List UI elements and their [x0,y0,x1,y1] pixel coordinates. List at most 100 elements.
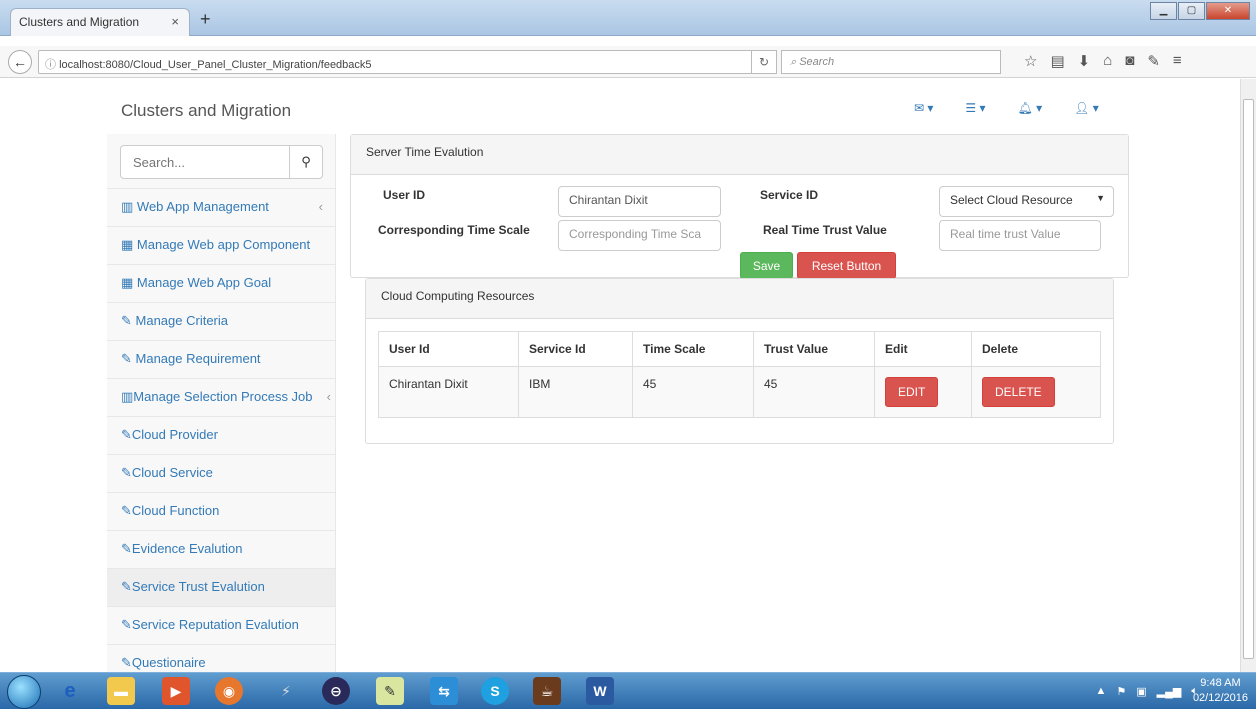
sidebar-item-manage-web-app-component[interactable]: ▦ Manage Web app Component [107,227,335,265]
address-bar[interactable]: ⓘ localhost:8080/Cloud_User_Panel_Cluste… [38,50,770,74]
cell-trust-value: 45 [753,366,875,418]
skype-icon[interactable]: S [481,677,509,705]
firefox-icon[interactable]: ◉ [215,677,243,705]
tab-title: Clusters and Migration [19,15,140,29]
edit-icon: ✎ [121,503,132,518]
envelope-icon[interactable]: ✉ ▾ [914,101,933,115]
sidebar-item-web-app-management[interactable]: ▥ Web App Management ‹ [107,189,335,227]
internet-explorer-icon[interactable]: e [56,677,84,705]
sidebar-item-cloud-service[interactable]: ✎Cloud Service [107,455,335,493]
menu-icon[interactable]: ≡ [1173,52,1182,70]
cell-delete: DELETE [971,366,1101,418]
teamviewer-icon[interactable]: ⇆ [430,677,458,705]
system-clock[interactable]: 9:48 AM 02/12/2016 [1193,676,1248,706]
column-header: User Id [378,331,519,367]
cell-service-id: IBM [518,366,633,418]
sidebar-item-manage-requirement[interactable]: ✎ Manage Requirement [107,341,335,379]
reading-list-icon[interactable]: ▤ [1050,52,1064,70]
info-icon: ⓘ [45,59,60,71]
page-brand[interactable]: Clusters and Migration [121,101,291,121]
resources-table: User Id Service Id Time Scale Trust Valu… [378,331,1101,418]
service-id-selected: Select Cloud Resource [950,193,1073,207]
time-scale-label: Corresponding Time Scale [378,223,530,237]
service-id-select[interactable]: Select Cloud Resource ▼ [939,186,1114,217]
sidebar-item-service-reputation-evalution[interactable]: ✎Service Reputation Evalution [107,607,335,645]
sidebar-search: ⚲ [107,134,335,189]
home-icon[interactable]: ⌂ [1103,52,1112,70]
window-controls: ▁ ▢ ✕ [1149,2,1250,20]
user-id-field[interactable]: Chirantan Dixit [558,186,721,217]
browser-search-input[interactable]: ⌕ Search [781,50,1001,74]
trust-value-input[interactable]: Real time trust Value [939,220,1101,251]
sidebar-item-manage-selection-process-job[interactable]: ▥Manage Selection Process Job ‹ [107,379,335,417]
sidebar-item-label: Web App Management [136,199,269,214]
signal-icon[interactable]: ▂▄▆ [1157,685,1182,698]
start-button-icon[interactable] [7,675,41,709]
sidebar-item-label: Manage Web app Component [136,237,311,252]
file-explorer-icon[interactable]: ▬ [107,677,135,705]
eclipse-icon[interactable]: ⊖ [322,677,350,705]
edit-button[interactable]: EDIT [885,377,939,407]
clock-date: 02/12/2016 [1192,692,1248,704]
monitor-icon[interactable]: ▣ [1136,685,1146,698]
column-header: Delete [971,331,1101,367]
edit-icon: ✎ [121,351,136,366]
sidebar-item-manage-criteria[interactable]: ✎ Manage Criteria [107,303,335,341]
bell-icon[interactable]: 🔔︎ ▾ [1018,101,1043,115]
new-tab-button[interactable]: + [200,9,211,30]
sidebar-item-label: Service Reputation Evalution [131,617,299,632]
tool-icon[interactable]: ⚡ [272,677,300,705]
action-center-icon[interactable]: ⚑ [1116,685,1126,698]
edit-icon: ✎ [121,427,132,442]
system-tray: ▲ ⚑ ▣ ▂▄▆ 🔈︎ [1096,685,1199,698]
sidebar-item-label: Manage Criteria [135,313,229,328]
edit-icon: ✎ [121,655,132,670]
word-icon[interactable]: W [586,677,614,705]
sidebar-item-cloud-function[interactable]: ✎Cloud Function [107,493,335,531]
sidebar-item-label: Manage Selection Process Job [133,389,313,404]
time-scale-input[interactable]: Corresponding Time Sca [558,220,721,251]
minimize-icon[interactable]: ▁ [1150,2,1177,20]
tray-arrow-icon[interactable]: ▲ [1096,685,1107,698]
panel-heading: Cloud Computing Resources [366,279,1113,319]
windows-taskbar: e ▬ ▶ ◉ ⚡ ⊖ ✎ ⇆ S ☕ W ▲ ⚑ ▣ ▂▄▆ 🔈︎ 9:48 … [0,672,1256,709]
column-header: Trust Value [753,331,875,367]
media-player-icon[interactable]: ▶ [162,677,190,705]
java-ee-ide-icon[interactable]: ☕ [533,677,561,705]
tab-close-icon[interactable]: × [171,14,179,29]
reset-button[interactable]: Reset Button [797,252,896,279]
page-scrollbar[interactable] [1240,79,1256,672]
table-header-row: User Id Service Id Time Scale Trust Valu… [378,331,1101,367]
delete-button[interactable]: DELETE [982,377,1055,407]
sidebar-item-manage-web-app-goal[interactable]: ▦ Manage Web App Goal [107,265,335,303]
user-id-label: User ID [383,188,426,202]
sidebar-item-label: Evidence Evalution [131,541,243,556]
edit-icon: ✎ [121,313,136,328]
save-button[interactable]: Save [740,252,793,279]
user-icon[interactable]: 👤︎ ▾ [1074,101,1099,115]
close-window-icon[interactable]: ✕ [1206,2,1250,20]
maximize-icon[interactable]: ▢ [1178,2,1205,20]
sidebar-item-label: Manage Web App Goal [136,275,272,290]
sidebar-item-evidence-evalution[interactable]: ✎Evidence Evalution [107,531,335,569]
bar-chart-icon: ▥ [121,199,137,214]
sidebar-item-label: Cloud Provider [131,427,218,442]
download-icon[interactable]: ⬇ [1078,52,1091,70]
scrollbar-thumb[interactable] [1243,99,1254,659]
pocket-icon[interactable]: ◙ [1125,52,1134,70]
table-row: Chirantan Dixit IBM 45 45 EDIT DELETE [378,366,1101,418]
reload-icon[interactable]: ↻ [751,50,777,74]
column-header: Service Id [518,331,633,367]
tasks-icon[interactable]: ☰ ▾ [965,101,985,115]
addon-icon[interactable]: ✎ [1147,52,1160,70]
sidebar-item-cloud-provider[interactable]: ✎Cloud Provider [107,417,335,455]
browser-tab[interactable]: Clusters and Migration × [10,8,190,36]
bar-chart-icon: ▥ [121,389,134,404]
back-arrow-icon[interactable]: ← [8,50,32,74]
notepad-plus-icon[interactable]: ✎ [376,677,404,705]
search-icon[interactable]: ⚲ [290,145,323,179]
bookmark-star-icon[interactable]: ☆ [1024,52,1037,70]
sidebar-item-service-trust-evalution[interactable]: ✎Service Trust Evalution [107,569,335,607]
table-icon: ▦ [121,237,137,252]
sidebar-search-input[interactable] [120,145,290,179]
